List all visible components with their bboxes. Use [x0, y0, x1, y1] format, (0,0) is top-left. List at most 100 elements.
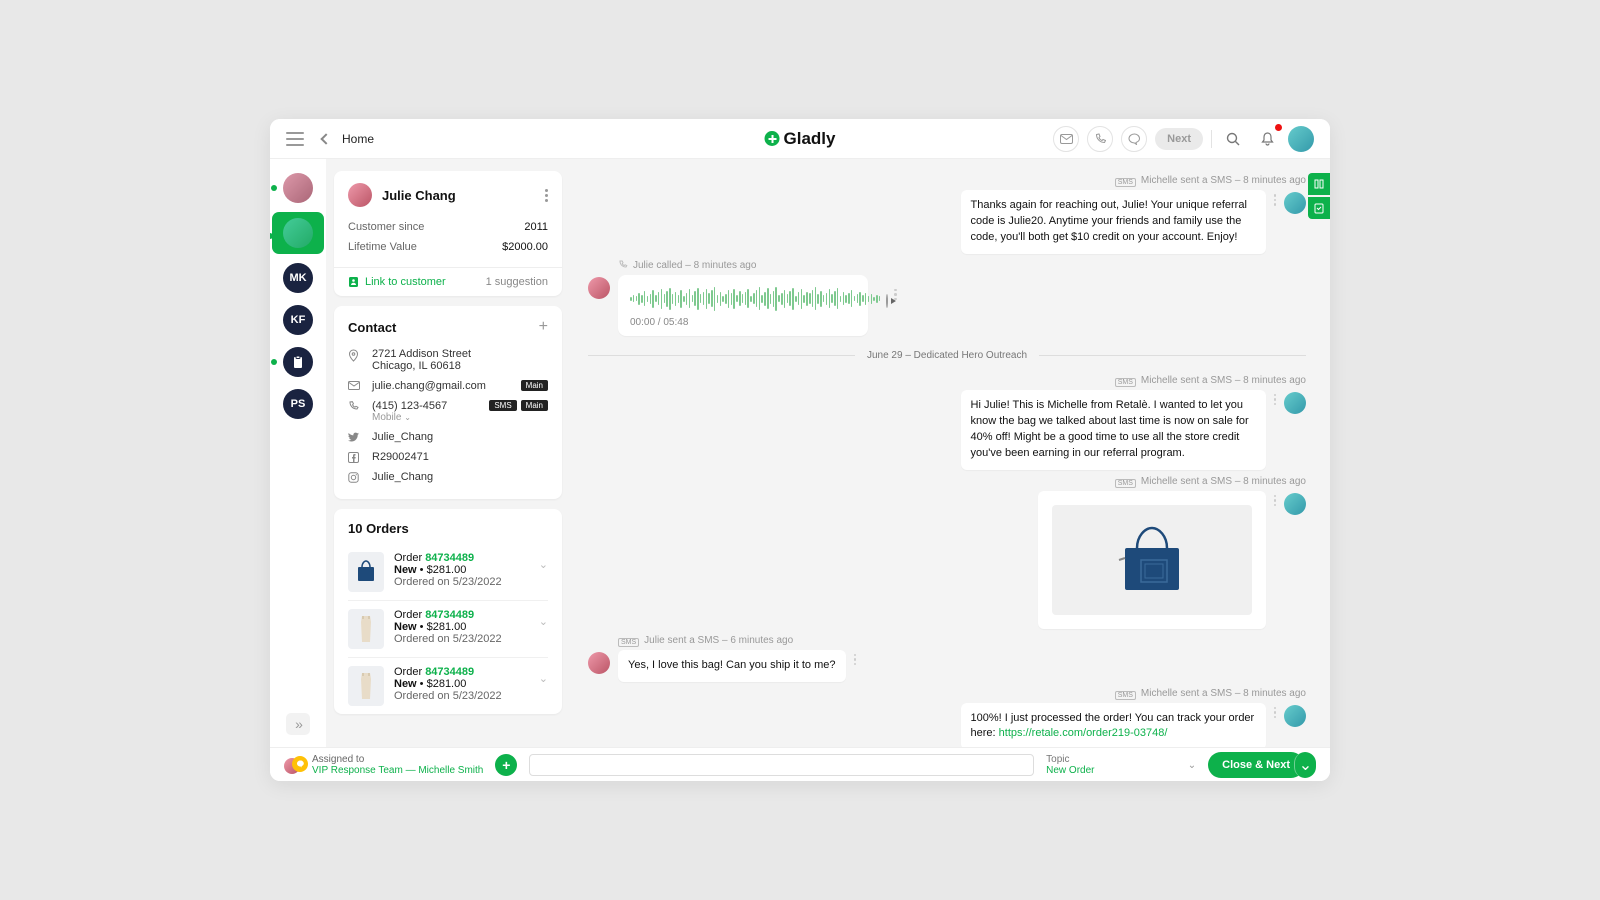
link-to-customer[interactable]: Link to customer	[348, 276, 446, 288]
orders-card: 10 Orders Order 84734489 New • $281.00 O…	[334, 509, 562, 714]
message-actions-icon[interactable]	[1274, 491, 1277, 507]
side-tabs	[1308, 173, 1330, 219]
customer-summary-card: Julie Chang Customer since2011 Lifetime …	[334, 171, 562, 296]
next-button[interactable]: Next	[1155, 128, 1203, 150]
chevron-down-icon: ⌄	[539, 615, 548, 628]
email-icon	[348, 381, 362, 390]
composer-footer: Assigned to VIP Response Team — Michelle…	[270, 747, 1330, 781]
rail-item[interactable]: KF	[283, 305, 313, 335]
chat-icon[interactable]	[1121, 126, 1147, 152]
message-actions-icon[interactable]	[1274, 703, 1277, 719]
phone-icon[interactable]	[1087, 126, 1113, 152]
close-next-button[interactable]: Close & Next	[1208, 752, 1304, 778]
message-actions-icon[interactable]	[854, 650, 857, 666]
sms-icon: SMS	[1115, 178, 1136, 187]
message-meta: SMSJulie sent a SMS – 6 minutes ago	[618, 635, 1306, 646]
message-meta: SMSMichelle sent a SMS – 8 minutes ago	[588, 375, 1306, 386]
menu-icon[interactable]	[286, 132, 304, 146]
phone-icon	[348, 401, 362, 412]
order-thumb	[348, 609, 384, 649]
sms-icon: SMS	[1115, 691, 1136, 700]
suggestion-count: 1 suggestion	[486, 276, 548, 288]
facebook-icon	[348, 452, 362, 463]
clipboard-icon	[283, 347, 313, 377]
contact-card: Contact + 2721 Addison StreetChicago, IL…	[334, 306, 562, 499]
avatar: MK	[283, 263, 313, 293]
sms-icon: SMS	[1115, 378, 1136, 387]
notifications-icon[interactable]	[1254, 126, 1280, 152]
message-actions-icon[interactable]	[1274, 390, 1277, 406]
rail-item-selected[interactable]	[272, 215, 324, 251]
date-divider: June 29 – Dedicated Hero Outreach	[588, 350, 1306, 361]
order-item[interactable]: Order 84734489 New • $281.00 Ordered on …	[348, 600, 548, 657]
status-dot	[271, 359, 277, 365]
sms-icon: SMS	[1115, 479, 1136, 488]
knowledge-tab-icon[interactable]	[1308, 173, 1330, 195]
brand-name: Gladly	[784, 129, 836, 149]
order-item[interactable]: Order 84734489 New • $281.00 Ordered on …	[348, 544, 548, 600]
rail-item[interactable]: PS	[283, 389, 313, 419]
message-row: Hi Julie! This is Michelle from Retalè. …	[588, 390, 1306, 470]
order-link[interactable]: https://retale.com/order219-03748/	[999, 727, 1168, 739]
brand-icon	[765, 131, 780, 146]
brand-logo: Gladly	[765, 129, 836, 149]
twitter-icon	[348, 432, 362, 442]
contact-card-icon	[348, 276, 359, 288]
message-row: 100%! I just processed the order! You ca…	[588, 703, 1306, 748]
breadcrumb-home[interactable]: Home	[342, 132, 374, 146]
chat-badge-icon	[292, 756, 308, 772]
order-item[interactable]: Order 84734489 New • $281.00 Ordered on …	[348, 657, 548, 714]
message-input[interactable]	[529, 754, 1034, 776]
message-bubble: Thanks again for reaching out, Julie! Yo…	[961, 190, 1266, 254]
app-header: Home Gladly Next	[270, 119, 1330, 159]
instagram-icon	[348, 472, 362, 483]
order-thumb	[348, 552, 384, 592]
topic-select[interactable]: Topic New Order ⌄	[1046, 754, 1196, 776]
app-window: Home Gladly Next	[270, 119, 1330, 781]
waveform	[630, 285, 880, 313]
agent-avatar	[1284, 192, 1306, 214]
rail-expand-button[interactable]: »	[286, 713, 310, 735]
message-row: Yes, I love this bag! Can you ship it to…	[588, 650, 1306, 682]
message-actions-icon[interactable]	[1274, 190, 1277, 206]
status-dot	[271, 185, 277, 191]
rail-item[interactable]	[283, 173, 313, 203]
current-user-avatar[interactable]	[1288, 126, 1314, 152]
message-row	[588, 491, 1306, 629]
image-bubble	[1038, 491, 1266, 629]
add-contact-icon[interactable]: +	[539, 318, 548, 336]
chevron-down-icon: ⌄	[539, 558, 548, 571]
rail-item[interactable]	[283, 347, 313, 377]
message-bubble: Hi Julie! This is Michelle from Retalè. …	[961, 390, 1266, 470]
rail-item[interactable]: MK	[283, 263, 313, 293]
chevron-down-icon: ⌄	[539, 672, 548, 685]
message-meta: SMSMichelle sent a SMS – 8 minutes ago	[588, 476, 1306, 487]
customer-avatar	[588, 652, 610, 674]
avatar	[283, 173, 313, 203]
message-bubble: 100%! I just processed the order! You ca…	[961, 703, 1266, 748]
search-icon[interactable]	[1220, 126, 1246, 152]
assigned-to[interactable]: Assigned to VIP Response Team — Michelle…	[284, 754, 483, 776]
header-left: Home	[286, 132, 374, 146]
more-icon[interactable]	[545, 189, 548, 202]
header-right: Next	[1053, 126, 1314, 152]
conversation-panel: SMSMichelle sent a SMS – 8 minutes ago T…	[570, 159, 1330, 747]
mail-icon[interactable]	[1053, 126, 1079, 152]
close-dropdown-icon[interactable]: ⌄	[1294, 752, 1316, 778]
contact-title: Contact	[348, 320, 396, 335]
notification-badge	[1275, 124, 1282, 131]
avatar: PS	[283, 389, 313, 419]
customer-rail: MK KF PS »	[270, 159, 326, 747]
customer-details: Julie Chang Customer since2011 Lifetime …	[326, 159, 570, 747]
message-bubble: Yes, I love this bag! Can you ship it to…	[618, 650, 846, 682]
agent-avatar	[1284, 705, 1306, 727]
compose-add-button[interactable]: +	[495, 754, 517, 776]
voice-bubble: 00:00 / 05:48	[618, 275, 868, 336]
message-meta: Julie called – 8 minutes ago	[618, 260, 1306, 271]
sms-icon: SMS	[618, 638, 639, 647]
tasks-tab-icon[interactable]	[1308, 197, 1330, 219]
message-meta: SMSMichelle sent a SMS – 8 minutes ago	[588, 175, 1306, 186]
order-thumb	[348, 666, 384, 706]
play-icon[interactable]	[886, 294, 888, 308]
back-icon[interactable]	[320, 133, 331, 144]
